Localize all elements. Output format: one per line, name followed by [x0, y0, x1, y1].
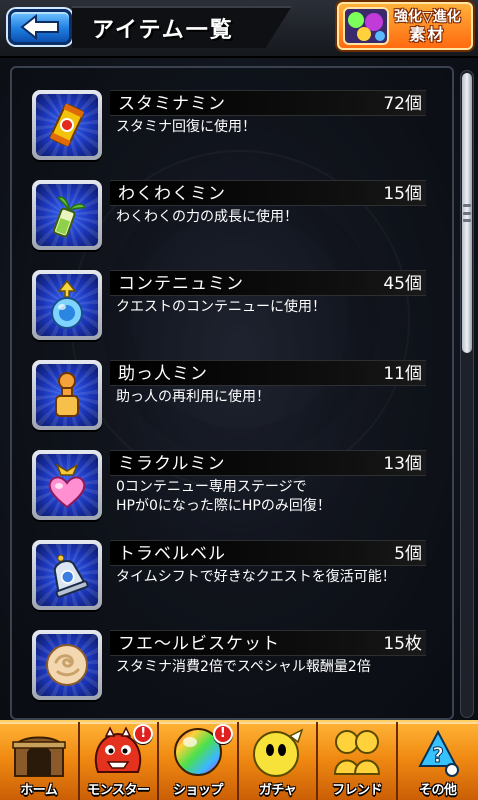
- evolve-materials-button[interactable]: 強化▽進化 素材: [337, 2, 473, 50]
- bottom-nav: ホーム ! モンスター ! ショップ ガチャ フレンド ? その他: [0, 720, 478, 800]
- travel-bell-icon: [53, 554, 89, 598]
- nav-gacha-button[interactable]: ガチャ: [238, 722, 319, 800]
- evolve-label-bottom: 素材: [409, 25, 446, 44]
- item-icon-frame: [32, 90, 102, 160]
- evolve-label-top: 強化▽進化: [394, 9, 461, 25]
- back-arrow-icon: [20, 14, 59, 40]
- nav-friend-button[interactable]: フレンド: [318, 722, 398, 800]
- biscuit-icon: [46, 644, 88, 686]
- evolve-materials-label: 強化▽進化 素材: [394, 8, 461, 44]
- helper-bottle-icon: [55, 372, 79, 417]
- item-description-line-2: HPが0になった際にHPのみ回復！: [116, 498, 331, 514]
- item-icon-frame: [32, 180, 102, 250]
- nav-monster-badge: !: [133, 724, 154, 744]
- list-item[interactable]: コンテニュミン 45個 クエストのコンテニューに使用！: [30, 268, 430, 342]
- list-item[interactable]: トラベルベル 5個 タイムシフトで好きなクエストを復活可能！: [30, 538, 430, 612]
- item-count: 11個: [383, 364, 422, 384]
- item-description: タイムシフトで好きなクエストを復活可能！: [116, 569, 396, 585]
- item-count: 72個: [383, 94, 422, 114]
- header-bar: アイテム一覧 強化▽進化 素材: [0, 0, 478, 58]
- nav-home-button[interactable]: ホーム: [0, 722, 80, 800]
- page-title: アイテム一覧: [92, 18, 234, 43]
- item-icon-frame: [32, 630, 102, 700]
- scrollbar-track[interactable]: [460, 70, 474, 718]
- item-icon-frame: [32, 450, 102, 520]
- item-count: 5個: [394, 544, 422, 564]
- nav-gacha-label: ガチャ: [258, 783, 297, 798]
- item-description: クエストのコンテニューに使用！: [116, 299, 326, 315]
- item-name: フエ〜ルビスケット: [118, 634, 280, 654]
- item-name: ミラクルミン: [118, 454, 226, 474]
- item-description: スタミナ回復に使用！: [116, 119, 256, 135]
- stamina-can-icon: [49, 103, 85, 147]
- list-item[interactable]: わくわくミン 15個 わくわくの力の成長に使用！: [30, 178, 430, 252]
- miracle-heart-potion-icon: [48, 463, 86, 509]
- item-icon-frame: [32, 540, 102, 610]
- list-item[interactable]: スタミナミン 72個 スタミナ回復に使用！: [30, 88, 430, 162]
- nav-shop-label: ショップ: [172, 783, 224, 798]
- item-count: 45個: [383, 274, 422, 294]
- more-icon: ?: [418, 729, 459, 777]
- gacha-egg-icon: [252, 728, 303, 777]
- svg-text:?: ?: [432, 743, 444, 767]
- home-gate-icon: [12, 736, 66, 777]
- scrollbar-grip-icon: [463, 204, 471, 222]
- list-item[interactable]: フエ〜ルビスケット 15枚 スタミナ消費2倍でスペシャル報酬量2倍: [30, 628, 430, 702]
- item-name: 助っ人ミン: [118, 364, 208, 384]
- item-count: 15枚: [383, 634, 422, 654]
- nav-more-button[interactable]: ? その他: [397, 722, 478, 800]
- item-description: 0コンテニュー専用ステージで HPが0になった際にHPのみ回復！: [116, 478, 436, 516]
- list-item[interactable]: 助っ人ミン 11個 助っ人の再利用に使用！: [30, 358, 430, 432]
- back-button[interactable]: [8, 9, 72, 45]
- nav-more-label: その他: [419, 783, 457, 798]
- item-count: 13個: [383, 454, 422, 474]
- item-description: スタミナ消費2倍でスペシャル報酬量2倍: [116, 659, 371, 675]
- item-description: 助っ人の再利用に使用！: [116, 389, 270, 405]
- nav-friend-label: フレンド: [332, 783, 383, 798]
- item-name: トラベルベル: [118, 544, 226, 564]
- nav-home-label: ホーム: [20, 783, 58, 798]
- item-icon-frame: [32, 270, 102, 340]
- nav-shop-button[interactable]: ! ショップ: [159, 722, 239, 800]
- nav-monster-label: モンスター: [87, 783, 150, 798]
- friends-icon: [334, 730, 381, 775]
- evolve-materials-icon: [342, 6, 390, 46]
- sprout-bottle-icon: [53, 196, 86, 238]
- item-icon-frame: [32, 360, 102, 430]
- item-name: コンテニュミン: [118, 274, 244, 294]
- item-description-line-1: 0コンテニュー専用ステージで: [116, 479, 307, 495]
- nav-monster-button[interactable]: ! モンスター: [79, 722, 160, 800]
- nav-shop-badge: !: [212, 724, 233, 744]
- list-item[interactable]: ミラクルミン 13個 0コンテニュー専用ステージで HPが0になった際にHPのみ…: [30, 448, 430, 522]
- continue-potion-icon: [51, 279, 83, 329]
- item-name: スタミナミン: [118, 94, 226, 114]
- item-name: わくわくミン: [118, 184, 226, 204]
- item-description: わくわくの力の成長に使用！: [116, 209, 298, 225]
- item-count: 15個: [383, 184, 422, 204]
